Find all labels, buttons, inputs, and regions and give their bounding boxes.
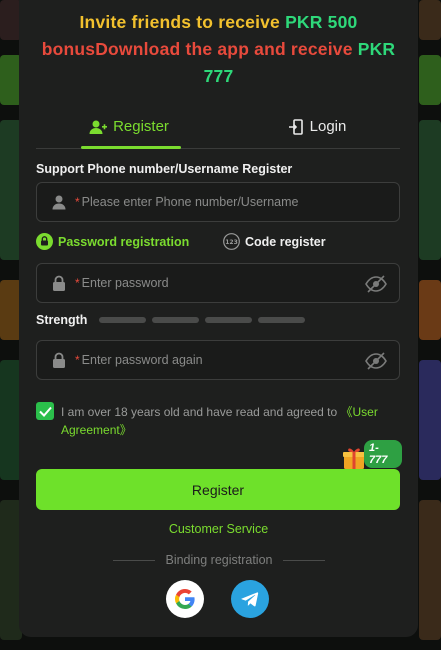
divider-line [282,559,325,561]
gift-box-icon [343,448,365,469]
required-asterisk: * [75,195,80,209]
svg-text:123: 123 [225,239,238,246]
account-field-label: Support Phone number/Username Register [36,162,293,176]
tab-login-label: Login [309,118,347,135]
tab-login[interactable]: Login [262,104,372,149]
telegram-login-button[interactable] [231,580,269,618]
checkmark-icon [38,406,52,417]
register-modal: Invite friends to receive PKR 500 bonusD… [19,0,418,637]
strength-segment [258,317,306,323]
eye-off-icon[interactable] [365,351,387,371]
user-icon [49,192,69,212]
promo-text-1: Invite friends to receive [79,12,286,32]
promo-amount-1: PKR 500 [285,12,358,32]
lock-circle-icon [36,233,53,250]
account-field[interactable]: * [36,182,400,222]
promo-banner: Invite friends to receive PKR 500 bonusD… [19,0,418,90]
lock-icon [49,350,69,370]
login-door-icon [288,118,303,135]
register-button[interactable]: Register [36,469,400,510]
google-login-button[interactable] [166,580,204,618]
eye-off-icon[interactable] [365,274,387,294]
tab-register[interactable]: Register [74,104,184,149]
strength-label: Strength [36,313,88,327]
code-register-label: Code register [245,234,326,249]
google-icon [175,588,195,609]
agreement-checkbox[interactable] [36,402,54,420]
code-register-option[interactable]: 123 Code register [223,233,326,250]
strength-segment [152,317,200,323]
required-asterisk: * [75,276,80,290]
background-right-strip [419,0,441,650]
gift-promo[interactable]: 1-777 [342,440,402,470]
code-123-icon: 123 [223,233,240,250]
password-strength: Strength [36,313,311,327]
confirm-password-field[interactable]: * [36,340,400,380]
promo-text-2: bonusDownload the app and receive [41,39,358,59]
confirm-password-input[interactable] [81,353,342,367]
gift-badge: 1-777 [364,440,402,468]
registration-mode-row: Password registration 123 Code register [36,233,400,253]
lock-icon [49,273,69,293]
required-asterisk: * [75,353,80,367]
telegram-icon [241,592,259,607]
password-registration-option[interactable]: Password registration [36,233,189,250]
add-user-icon [89,120,108,134]
account-input[interactable] [81,195,342,209]
binding-registration: Binding registration [109,553,329,567]
auth-tabs: Register Login [36,104,400,149]
strength-segment [205,317,253,323]
strength-segment [99,317,147,323]
password-field[interactable]: * [36,263,400,303]
binding-label: Binding registration [165,553,273,567]
active-tab-indicator [81,146,181,149]
agreement-statement: I am over 18 years old and have read and… [61,405,341,419]
password-input[interactable] [81,276,342,290]
divider-line [113,559,156,561]
agreement-text: I am over 18 years old and have read and… [61,403,401,439]
customer-service-link[interactable]: Customer Service [19,522,418,536]
tab-register-label: Register [113,118,169,135]
password-registration-label: Password registration [58,234,190,249]
